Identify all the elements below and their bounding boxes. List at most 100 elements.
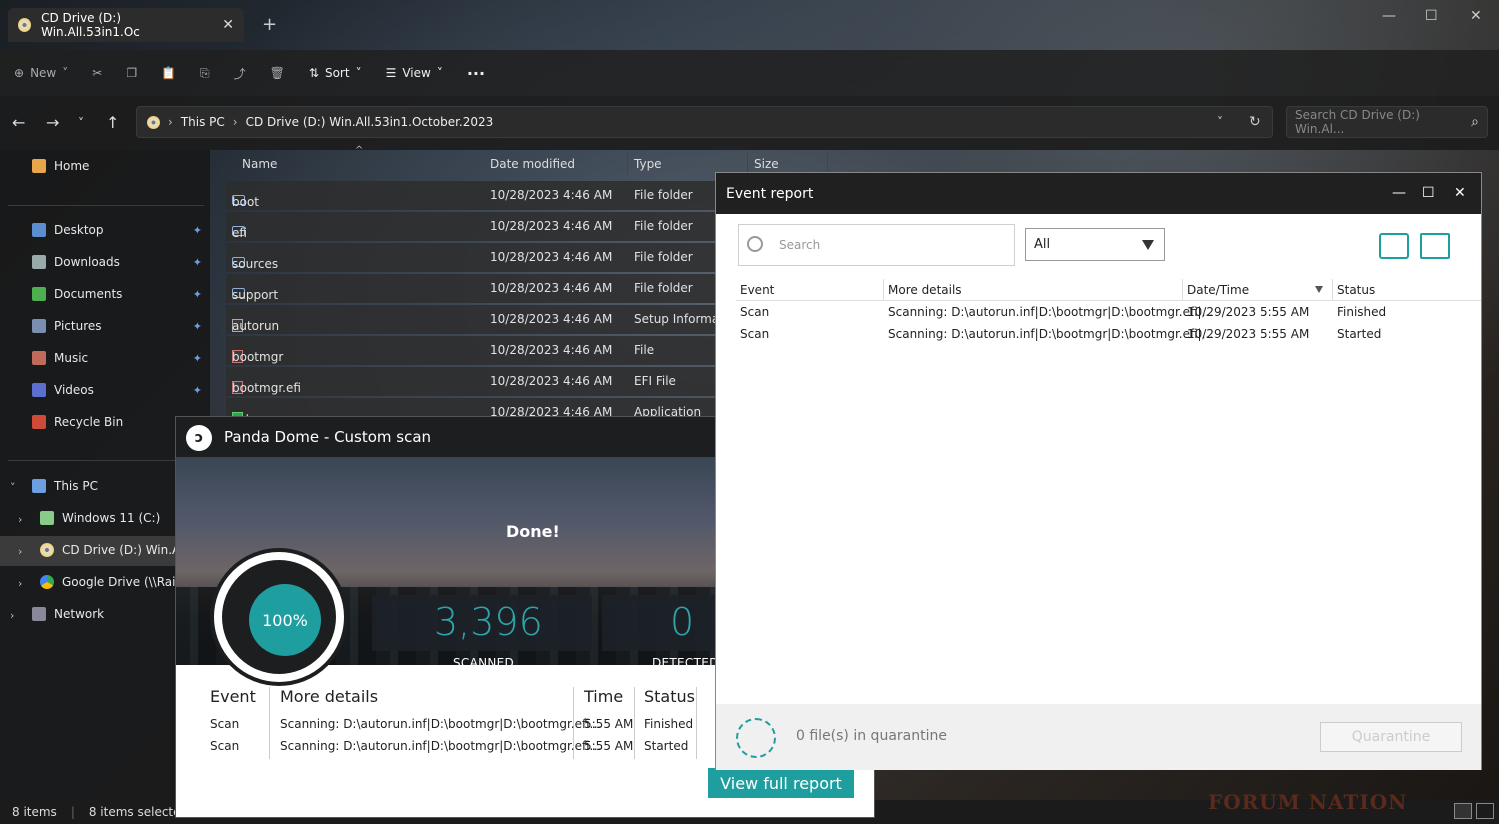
address-dropdown-icon[interactable]: ˅ [1217, 115, 1223, 129]
cd-drive-icon [40, 543, 54, 557]
event-report-window: Event report — ☐ ✕ Search All Event More… [715, 172, 1482, 770]
row-event: Scan [740, 327, 770, 341]
column-date-modified[interactable]: Date modified [482, 153, 628, 175]
explorer-search-input[interactable]: Search CD Drive (D:) Win.Al... ⌕ [1286, 106, 1488, 138]
breadcrumb-this-pc[interactable]: This PC [181, 115, 225, 129]
tiles-view-icon[interactable] [1476, 803, 1494, 819]
event-report-title-bar: Event report — ☐ ✕ [716, 173, 1481, 214]
event-filter-select[interactable]: All [1025, 228, 1165, 261]
sidebar-item-documents[interactable]: Documents ✦ [32, 287, 202, 301]
delete-icon[interactable]: 🗑 [270, 66, 285, 80]
home-icon [32, 159, 46, 173]
details-view-icon[interactable] [1454, 803, 1472, 819]
panda-logo-icon: ɔ [186, 425, 212, 451]
row-datetime: 10/29/2023 5:55 AM [1187, 327, 1310, 341]
chevron-right-icon[interactable]: › [18, 577, 22, 590]
close-window-icon[interactable]: ✕ [1470, 8, 1482, 24]
column-divider [696, 687, 697, 759]
export-folder-icon[interactable] [1379, 233, 1409, 259]
chevron-down-icon[interactable]: ˅ [10, 481, 16, 494]
share-icon[interactable]: ⤴ [234, 65, 246, 82]
chevron-right-icon[interactable]: › [18, 513, 22, 526]
maximize-icon[interactable]: ☐ [1425, 8, 1438, 24]
view-switcher [1454, 803, 1494, 821]
rename-icon[interactable]: ⎘ [200, 66, 210, 81]
sidebar-item-downloads[interactable]: Downloads ✦ [32, 255, 202, 269]
item-count: 8 items [12, 805, 57, 819]
close-tab-icon[interactable]: ✕ [222, 17, 234, 33]
watermark-text: FORUM NATION [1208, 790, 1408, 814]
recent-locations-icon[interactable]: ˅ [78, 116, 84, 130]
detected-count: 0 [670, 600, 695, 644]
quarantine-button[interactable]: Quarantine [1320, 722, 1462, 752]
up-arrow-icon[interactable]: ↑ [106, 113, 119, 132]
new-tab-icon[interactable]: + [262, 14, 277, 35]
print-icon[interactable] [1420, 233, 1450, 259]
sidebar-item-pictures[interactable]: Pictures ✦ [32, 319, 202, 333]
computer-icon [32, 479, 46, 493]
progress-value: 100% [249, 584, 321, 656]
row-time: 5:55 AM [584, 717, 634, 731]
col-details: More details [280, 687, 379, 706]
refresh-icon[interactable]: ↻ [1249, 114, 1261, 130]
sidebar-item-videos[interactable]: Videos ✦ [32, 383, 202, 397]
quarantine-icon [736, 718, 776, 758]
sort-button[interactable]: ⇅ Sort ˅ [309, 66, 362, 80]
search-icon[interactable]: ⌕ [1471, 114, 1479, 130]
col-datetime[interactable]: Date/Time [1183, 279, 1333, 301]
row-details: Scanning: D:\autorun.inf|D:\bootmgr|D:\b… [280, 739, 601, 753]
copy-icon[interactable]: ❐ [126, 66, 137, 80]
view-full-report-button[interactable]: View full report [708, 768, 854, 798]
cut-icon[interactable]: ✂ [92, 66, 102, 80]
chevron-right-icon[interactable]: › [18, 545, 22, 558]
sidebar-item-home[interactable]: Home [32, 159, 202, 173]
explorer-tab[interactable]: CD Drive (D:) Win.All.53in1.Oc ✕ [8, 8, 244, 42]
sidebar-item-music[interactable]: Music ✦ [32, 351, 202, 365]
row-time: 5:55 AM [584, 739, 634, 753]
col-event[interactable]: Event [736, 279, 884, 301]
scan-done-text: Done! [506, 522, 560, 541]
pin-icon: ✦ [192, 255, 202, 269]
breadcrumb-current[interactable]: CD Drive (D:) Win.All.53in1.October.2023 [246, 115, 494, 129]
address-bar[interactable]: › This PC › CD Drive (D:) Win.All.53in1.… [136, 106, 1273, 138]
quarantine-footer: 0 file(s) in quarantine Quarantine [716, 704, 1481, 770]
videos-icon [32, 383, 46, 397]
column-name[interactable]: Name [234, 153, 484, 175]
explorer-toolbar: ⊕ New ˅ ✂ ❐ 📋 ⎘ ⤴ 🗑 ⇅ Sort ˅ ☰ View ˅ ··· [0, 50, 1499, 96]
row-status: Started [644, 739, 689, 753]
column-divider [634, 687, 635, 759]
back-arrow-icon[interactable]: ← [12, 113, 25, 132]
maximize-icon[interactable]: ☐ [1422, 185, 1435, 201]
event-search-input[interactable]: Search [738, 224, 1015, 266]
forward-arrow-icon[interactable]: → [46, 113, 59, 132]
new-button[interactable]: ⊕ New ˅ [14, 66, 68, 80]
col-details[interactable]: More details [884, 279, 1183, 301]
close-icon[interactable]: ✕ [1454, 185, 1466, 201]
chevron-right-icon[interactable]: › [10, 609, 14, 622]
paste-icon[interactable]: 📋 [161, 66, 176, 80]
explorer-tab-bar: CD Drive (D:) Win.All.53in1.Oc ✕ + — ☐ ✕ [0, 0, 1499, 50]
network-icon [32, 607, 46, 621]
minimize-icon[interactable]: — [1392, 185, 1406, 201]
col-event: Event [210, 687, 256, 706]
row-datetime: 10/29/2023 5:55 AM [1187, 305, 1310, 319]
status-separator: | [70, 805, 75, 819]
tab-title: CD Drive (D:) Win.All.53in1.Oc [41, 11, 140, 39]
downloads-icon [32, 255, 46, 269]
more-options-icon[interactable]: ··· [467, 64, 485, 83]
row-status: Finished [1337, 305, 1387, 319]
search-icon [747, 236, 763, 252]
row-status: Finished [644, 717, 694, 731]
row-details: Scanning: D:\autorun.inf|D:\bootmgr|D:\b… [888, 305, 1214, 319]
cd-drive-icon [18, 18, 32, 32]
selected-count: 8 items selected [88, 805, 189, 819]
event-report-title: Event report [726, 185, 814, 202]
detected-label: DETECTED [652, 656, 719, 670]
col-status[interactable]: Status [1333, 279, 1481, 301]
sidebar-item-desktop[interactable]: Desktop ✦ [32, 223, 202, 237]
minimize-icon[interactable]: — [1382, 8, 1396, 24]
pictures-icon [32, 319, 46, 333]
row-event: Scan [740, 305, 770, 319]
view-button[interactable]: ☰ View ˅ [386, 66, 443, 80]
pin-icon: ✦ [192, 287, 202, 301]
